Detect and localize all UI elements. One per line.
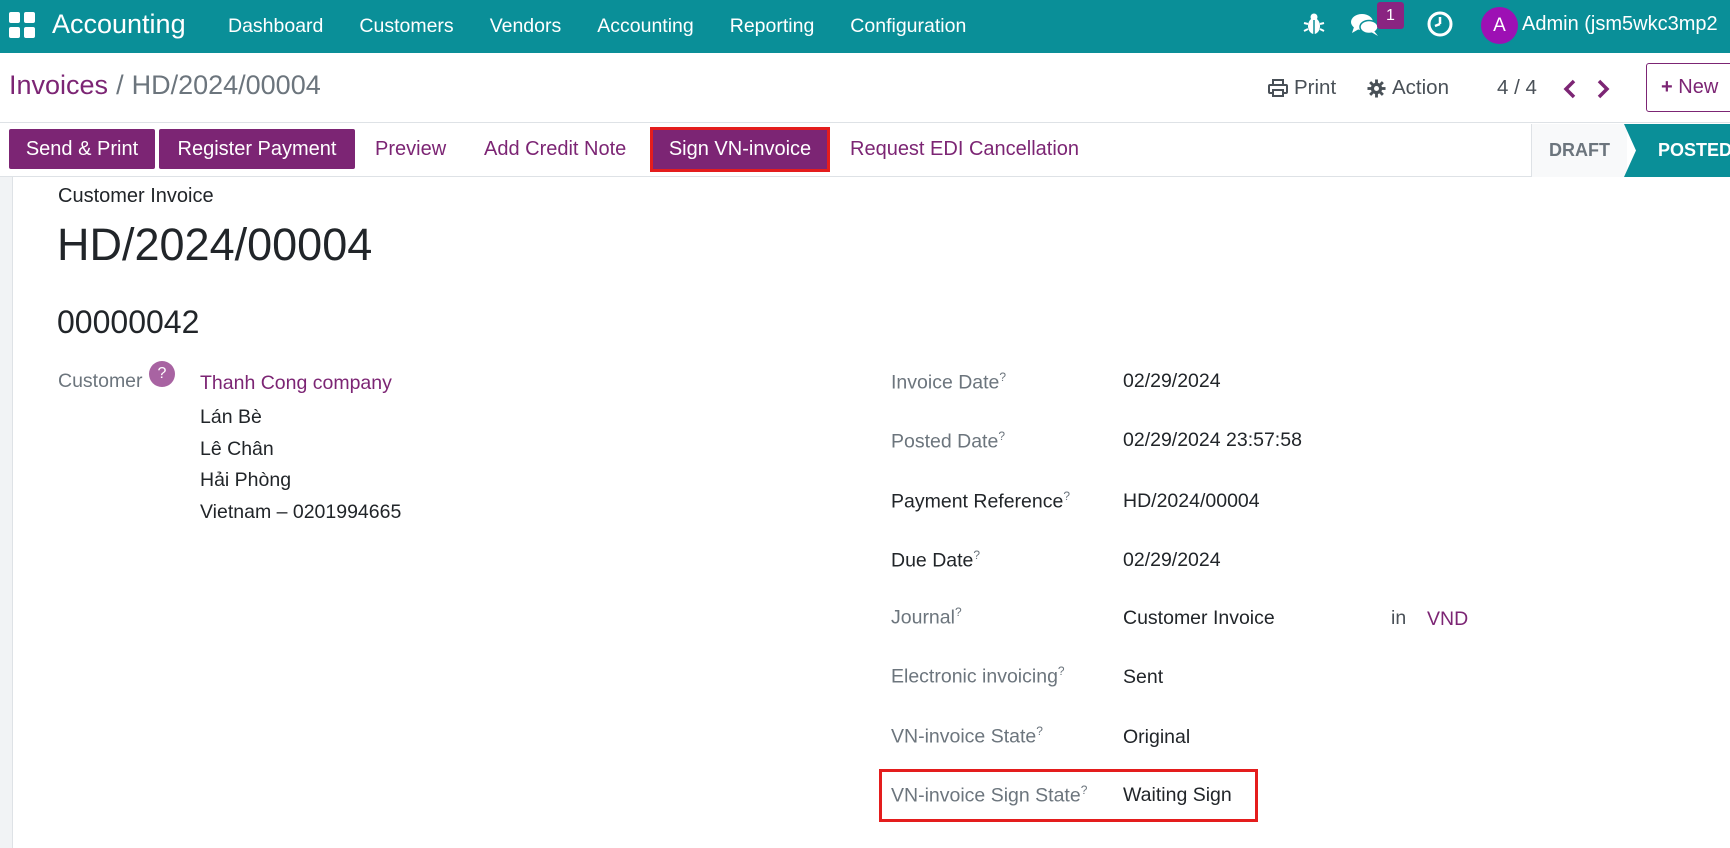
activity-clock-icon[interactable] <box>1426 10 1454 38</box>
help-mark[interactable]: ? <box>1058 664 1065 678</box>
invoice-date-value[interactable]: 02/29/2024 <box>1123 370 1221 393</box>
menu-reporting[interactable]: Reporting <box>712 15 833 38</box>
vn-invoice-sign-state-value: Waiting Sign <box>1123 784 1232 806</box>
main-menu: Dashboard Customers Vendors Accounting R… <box>210 0 984 53</box>
print-label: Print <box>1294 76 1337 99</box>
breadcrumb-invoices-link[interactable]: Invoices <box>9 70 108 100</box>
due-date-value[interactable]: 02/29/2024 <box>1123 549 1221 572</box>
chevron-right-icon[interactable] <box>1594 77 1612 101</box>
help-icon[interactable]: ? <box>149 361 175 387</box>
help-mark[interactable]: ? <box>999 370 1006 384</box>
status-posted: POSTED <box>1624 124 1730 177</box>
customer-label: Customer <box>58 370 143 392</box>
customer-name-link[interactable]: Thanh Cong company <box>200 372 392 395</box>
new-button[interactable]: + New <box>1646 63 1730 112</box>
payment-reference-label: Payment Reference? <box>891 489 1071 513</box>
customer-address-line: Hải Phòng <box>200 469 292 491</box>
menu-accounting[interactable]: Accounting <box>579 15 711 38</box>
sign-vn-invoice-button[interactable]: Sign VN-invoice <box>650 127 830 172</box>
user-name[interactable]: Admin (jsm5wkc3mp2 <box>1522 13 1718 36</box>
document-type: Customer Invoice <box>58 185 214 207</box>
due-date-label: Due Date? <box>891 548 981 572</box>
preview-button[interactable]: Preview <box>375 129 446 169</box>
help-mark[interactable]: ? <box>955 605 962 619</box>
journal-in-text: in <box>1391 607 1407 629</box>
menu-customers[interactable]: Customers <box>341 15 471 38</box>
customer-address-line: Vietnam – 0201994665 <box>200 501 402 523</box>
gear-icon <box>1367 78 1386 98</box>
menu-configuration[interactable]: Configuration <box>832 15 984 38</box>
printer-icon <box>1268 79 1288 97</box>
print-button[interactable]: Print <box>1268 76 1336 100</box>
payment-reference-value[interactable]: HD/2024/00004 <box>1123 490 1260 513</box>
currency-link[interactable]: VND <box>1427 608 1468 631</box>
breadcrumb-separator: / <box>116 70 124 100</box>
request-edi-cancellation-button[interactable]: Request EDI Cancellation <box>850 129 1079 169</box>
send-print-button[interactable]: Send & Print <box>9 129 155 169</box>
invoice-number: 00000042 <box>57 304 200 340</box>
top-navbar: Accounting Dashboard Customers Vendors A… <box>0 0 1730 53</box>
bug-icon[interactable] <box>1302 11 1326 37</box>
new-label: New <box>1678 76 1719 98</box>
help-mark[interactable]: ? <box>1081 783 1088 797</box>
plus-icon: + <box>1661 76 1673 98</box>
help-mark[interactable]: ? <box>973 548 980 562</box>
posted-date-value[interactable]: 02/29/2024 23:57:58 <box>1123 429 1302 452</box>
journal-label: Journal? <box>891 605 962 629</box>
register-payment-button[interactable]: Register Payment <box>159 129 355 169</box>
customer-address-line: Lán Bè <box>200 406 262 428</box>
menu-vendors[interactable]: Vendors <box>472 15 580 38</box>
action-button[interactable]: Action <box>1367 76 1449 100</box>
user-avatar[interactable]: A <box>1481 7 1518 44</box>
status-draft[interactable]: DRAFT <box>1531 124 1627 177</box>
chat-icon[interactable] <box>1350 11 1380 39</box>
electronic-invoicing-value: Sent <box>1123 666 1164 688</box>
help-mark[interactable]: ? <box>1036 724 1043 738</box>
add-credit-note-button[interactable]: Add Credit Note <box>484 129 626 169</box>
breadcrumb: Invoices / HD/2024/00004 <box>9 70 321 101</box>
electronic-invoicing-label: Electronic invoicing? <box>891 664 1065 688</box>
chevron-left-icon[interactable] <box>1561 77 1579 101</box>
form-button-bar: Send & Print Register Payment Preview Ad… <box>0 124 1730 177</box>
vn-invoice-sign-state-label: VN-invoice Sign State? <box>891 783 1088 807</box>
posted-date-label: Posted Date? <box>891 429 1006 453</box>
action-label: Action <box>1392 76 1449 99</box>
apps-menu-icon[interactable] <box>9 12 35 38</box>
invoice-name: HD/2024/00004 <box>57 219 373 270</box>
breadcrumb-current: HD/2024/00004 <box>131 70 321 100</box>
app-title[interactable]: Accounting <box>52 9 186 40</box>
menu-dashboard[interactable]: Dashboard <box>210 15 341 38</box>
journal-value[interactable]: Customer Invoice <box>1123 607 1275 630</box>
vn-invoice-state-label: VN-invoice State? <box>891 724 1043 748</box>
help-mark[interactable]: ? <box>1063 489 1070 503</box>
vn-invoice-state-value: Original <box>1123 726 1191 748</box>
customer-address-line: Lê Chân <box>200 438 274 460</box>
invoice-date-label: Invoice Date? <box>891 370 1007 394</box>
help-mark[interactable]: ? <box>998 429 1005 443</box>
message-count-badge: 1 <box>1377 2 1404 29</box>
pager-value[interactable]: 4 / 4 <box>1497 76 1537 100</box>
control-panel: Invoices / HD/2024/00004 Print Action 4 / … <box>0 53 1730 123</box>
